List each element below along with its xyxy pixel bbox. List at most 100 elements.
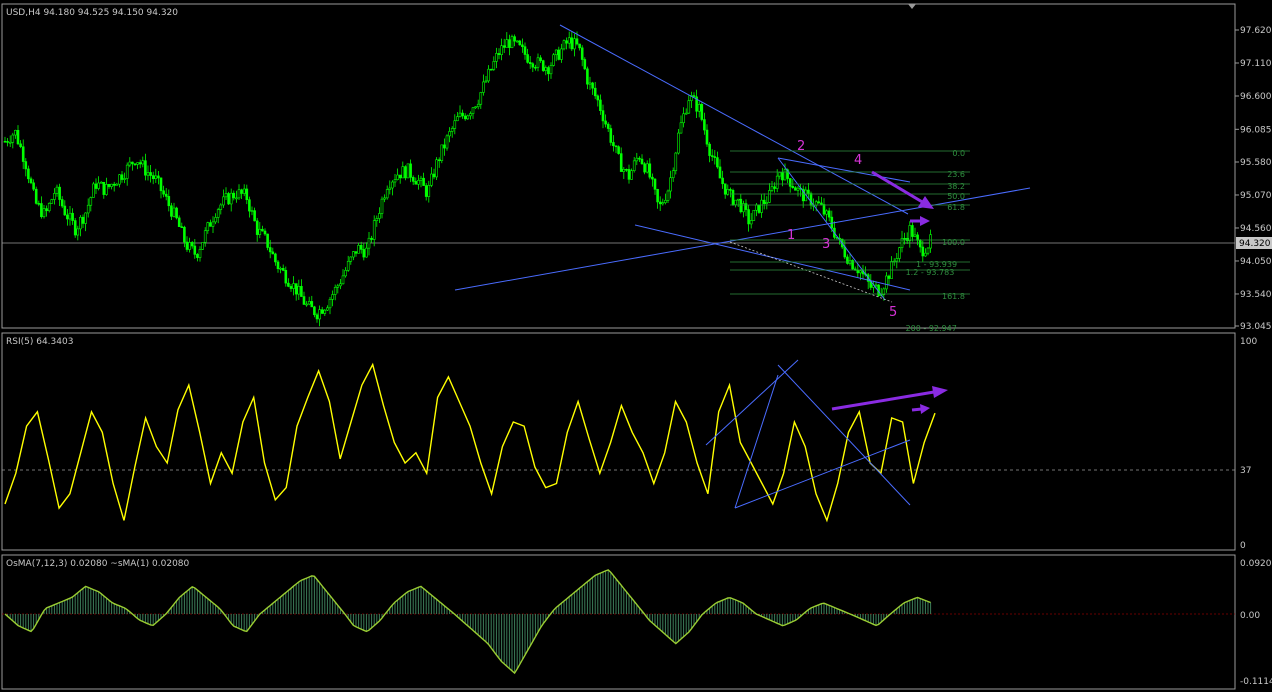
price-axis-label: 94.560 [1240, 224, 1272, 234]
candle-body [661, 202, 665, 205]
candle-body [528, 62, 532, 64]
candle-body [349, 256, 353, 262]
candle-body [437, 159, 441, 162]
candle-body [3, 140, 7, 143]
candle-body [209, 222, 212, 227]
candle-body [575, 38, 579, 45]
osma-label-max: 0.09207 [1240, 559, 1272, 569]
candle-body [523, 46, 527, 55]
wedge-upper-line [777, 157, 911, 183]
candle-body [788, 178, 792, 187]
candle-body [422, 177, 425, 186]
candle-body [188, 242, 191, 250]
candle-body [583, 59, 587, 70]
candle-body [807, 189, 810, 194]
rsi-channel-upper [705, 359, 799, 446]
candle-body [42, 208, 46, 218]
rsi-channel-inner [734, 374, 779, 509]
rsi-arrow-small-head [920, 404, 930, 414]
candle-body [125, 164, 129, 179]
candle-body [521, 44, 524, 47]
price-axis-label: 96.600 [1240, 92, 1272, 102]
candle-body [203, 230, 207, 243]
candle-body [375, 218, 379, 222]
candle-body [760, 199, 763, 213]
fib-label: 100.0 [942, 238, 965, 247]
osma-label-min: -0.1114 [1240, 677, 1272, 687]
candle-body [926, 247, 930, 254]
candle-body [242, 188, 246, 194]
candle-body [175, 207, 178, 219]
rsi-label-37: 37 [1240, 466, 1251, 476]
candle-body [14, 130, 17, 136]
candle-body [898, 247, 901, 259]
candle-body [703, 119, 706, 131]
candle-body [326, 307, 329, 311]
candle-body [887, 275, 891, 279]
candle-body [557, 49, 561, 60]
candle-body [401, 166, 405, 179]
candle-body [544, 67, 548, 71]
price-axis-label: 93.045 [1240, 322, 1272, 332]
candle-body [487, 68, 490, 82]
candle-body [157, 175, 160, 179]
candle-body [513, 36, 516, 42]
candle-body [193, 245, 197, 255]
candle-body [859, 270, 862, 274]
candle-body [476, 103, 480, 108]
candle-body [261, 228, 264, 232]
candle-body [911, 225, 914, 237]
candle-body [492, 61, 496, 70]
candle-body [749, 220, 753, 225]
candle-body [76, 228, 80, 236]
candle-body [11, 134, 15, 143]
candle-body [47, 203, 51, 212]
candle-body [92, 183, 95, 198]
candle-body [794, 187, 797, 191]
candle-body [697, 104, 701, 112]
candle-body [677, 132, 680, 154]
candle-body [731, 190, 735, 206]
candle-body [755, 204, 758, 211]
candle-body [398, 174, 402, 179]
candle-body [237, 189, 241, 199]
candle-body [536, 57, 540, 68]
candle-body [723, 183, 727, 195]
candle-body [162, 190, 165, 195]
candle-body [289, 286, 293, 289]
candle-body [84, 212, 87, 224]
fib-label: 200 - 92.947 [906, 324, 957, 333]
candle-body [378, 213, 381, 219]
candle-body [107, 184, 111, 187]
candle-body [502, 45, 506, 48]
candle-body [258, 228, 262, 235]
candle-body [635, 157, 639, 162]
chart-shift-marker[interactable] [908, 4, 916, 9]
candle-body [136, 162, 139, 165]
candle-body [68, 212, 72, 220]
fib-levels: 0.023.638.250.061.8100.01 - 93.9391.2 - … [730, 149, 970, 333]
candle-body [266, 233, 269, 248]
candle-body [216, 209, 220, 218]
candle-body [245, 188, 249, 201]
candle-body [365, 247, 368, 258]
candle-body [573, 38, 576, 50]
candle-body [682, 113, 685, 124]
candle-body [307, 301, 311, 305]
rsi-trendlines [705, 359, 911, 509]
candle-body [448, 131, 451, 137]
osma-panel-frame [1, 554, 1236, 690]
fib-label: 38.2 [947, 182, 965, 191]
candle-body [510, 36, 514, 48]
candle-body [588, 82, 592, 85]
candle-body [752, 209, 756, 221]
candle-body [482, 81, 485, 93]
candle-body [567, 37, 571, 44]
candle-body [747, 209, 750, 225]
candle-body [549, 65, 553, 75]
candle-body [112, 183, 116, 186]
candle-body [547, 67, 550, 75]
osma-label-zero: 0.00 [1240, 611, 1260, 621]
candle-body [235, 197, 238, 200]
candle-body [29, 178, 33, 184]
